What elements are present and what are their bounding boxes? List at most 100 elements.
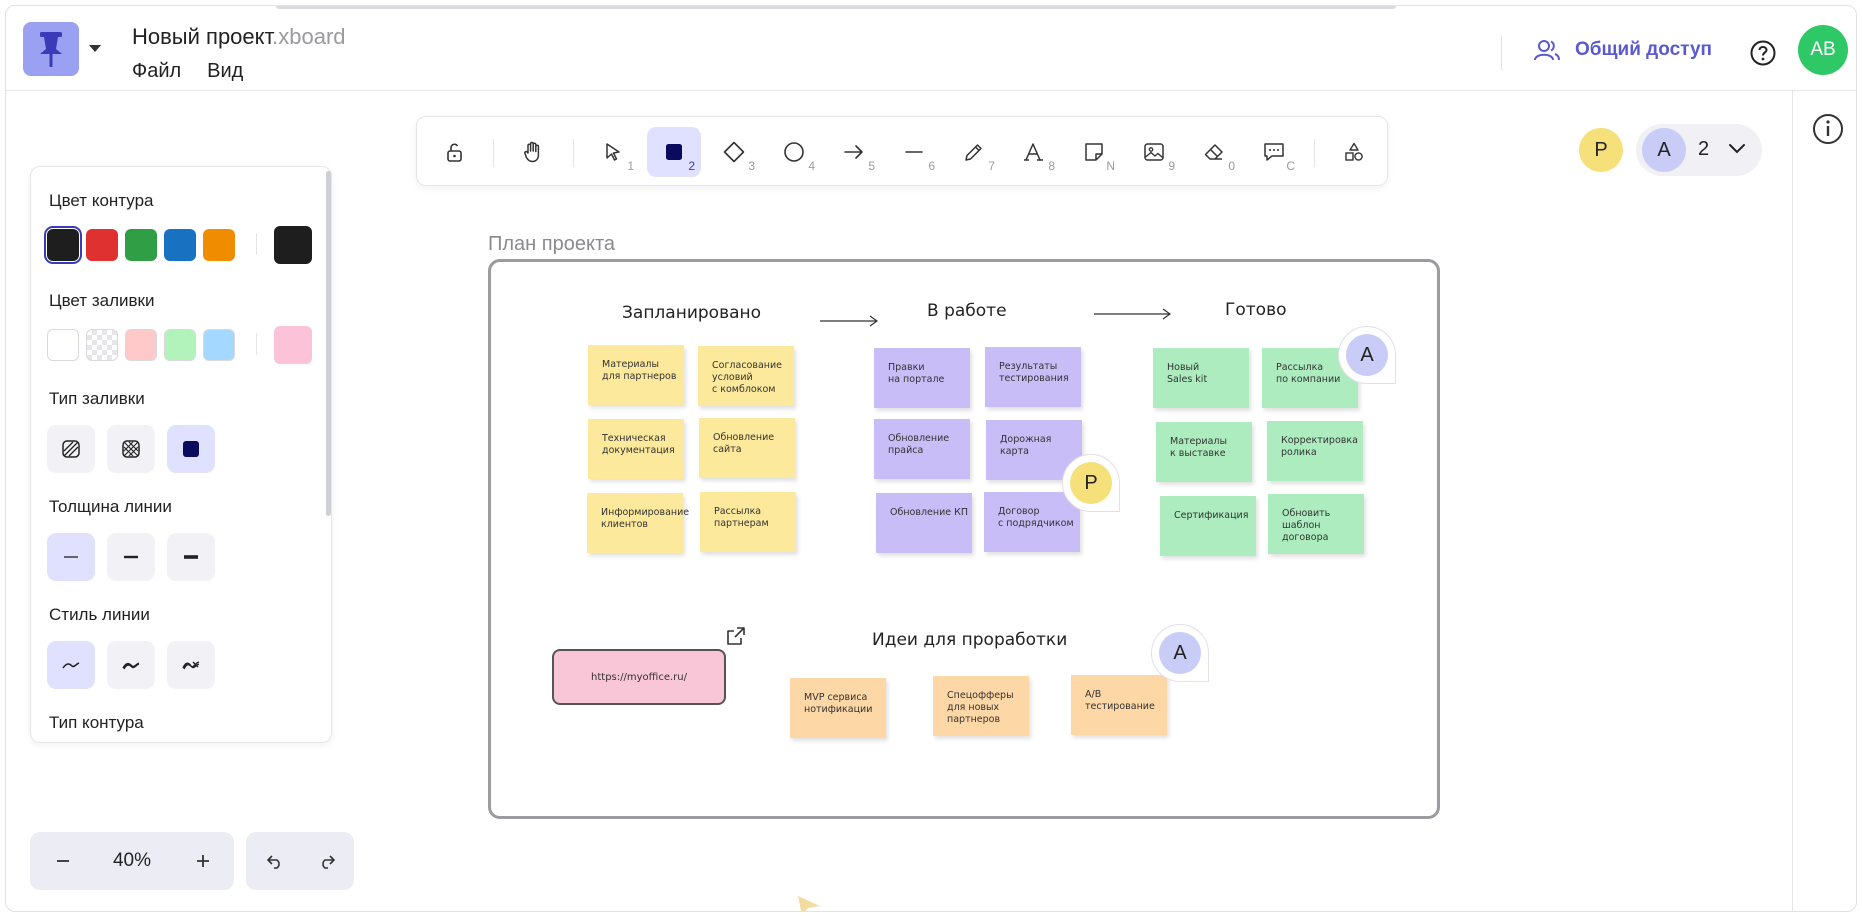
stroke-bold-option[interactable] <box>167 533 215 581</box>
redo-icon <box>322 855 335 869</box>
frame-title[interactable]: План проекта <box>488 233 615 256</box>
properties-panel: Цвет контура Цвет заливки Тип заливки То… <box>30 166 332 743</box>
column-title-planned[interactable]: Запланировано <box>622 303 761 323</box>
toolbar-separator <box>1314 139 1315 167</box>
redo-button[interactable] <box>304 838 350 884</box>
fill-current-color[interactable] <box>274 326 312 364</box>
flow-arrow-1[interactable] <box>819 314 881 328</box>
fill-hatch-option[interactable] <box>47 425 95 473</box>
column-title-in-progress[interactable]: В работе <box>927 301 1007 321</box>
sticky-note[interactable]: Рассылка партнерам <box>700 492 796 552</box>
ellipse-tool[interactable]: 4 <box>767 127 821 177</box>
style-cartoonist-option[interactable] <box>167 641 215 689</box>
stroke-color-swatch[interactable] <box>203 229 235 261</box>
pencil-tool[interactable]: 7 <box>947 127 1001 177</box>
app-header: Новый проект.xboard Файл Вид Общий досту… <box>6 6 1856 91</box>
lock-tool[interactable] <box>427 127 481 177</box>
sticky-note[interactable]: Обновление прайса <box>874 419 970 479</box>
stroke-thin-option[interactable] <box>47 533 95 581</box>
hand-tool[interactable] <box>506 127 560 177</box>
zoom-in-button[interactable] <box>180 838 226 884</box>
fill-solid-option[interactable] <box>167 425 215 473</box>
zoom-value[interactable]: 40% <box>100 850 164 872</box>
caret-down-icon[interactable] <box>88 44 102 54</box>
remote-cursor-icon <box>798 896 820 911</box>
sticky-note[interactable]: Согласование условий с комблоком <box>698 346 794 406</box>
arrow-tool[interactable]: 5 <box>827 127 881 177</box>
select-tool[interactable]: 1 <box>586 127 640 177</box>
fill-color-swatch[interactable] <box>164 329 196 361</box>
solid-fill-icon <box>183 441 199 457</box>
app-logo[interactable] <box>23 22 79 76</box>
style-architect-option[interactable] <box>47 641 95 689</box>
collaborator-pin-a[interactable]: A <box>1338 326 1396 384</box>
sticky-note[interactable]: Техническая документация <box>588 419 684 479</box>
shapes-icon <box>1345 142 1363 161</box>
sticky-note[interactable]: Корректировка ролика <box>1267 421 1363 481</box>
text-tool[interactable]: 8 <box>1007 127 1061 177</box>
stroke-medium-option[interactable] <box>107 533 155 581</box>
stroke-color-swatch[interactable] <box>44 226 82 264</box>
stroke-current-color[interactable] <box>274 226 312 264</box>
sticky-note[interactable]: Обновить шаблон договора <box>1268 494 1364 554</box>
sticky-note[interactable]: Обновление сайта <box>699 418 795 478</box>
menu-view[interactable]: Вид <box>207 60 243 83</box>
diamond-tool[interactable]: 3 <box>707 127 761 177</box>
menu-file[interactable]: Файл <box>132 60 181 83</box>
diamond-icon <box>723 141 745 163</box>
sticky-note-tool[interactable]: N <box>1067 127 1121 177</box>
sticky-note[interactable]: Новый Sales kit <box>1153 348 1249 408</box>
help-icon[interactable] <box>1749 39 1777 67</box>
stroke-color-swatch[interactable] <box>125 229 157 261</box>
sticky-note[interactable]: Обновление КП <box>876 493 972 553</box>
info-icon[interactable] <box>1812 113 1844 145</box>
sticky-note[interactable]: Спецофферы для новых партнеров <box>933 676 1029 736</box>
stroke-color-swatch[interactable] <box>86 229 118 261</box>
fill-color-swatch[interactable] <box>86 329 118 361</box>
external-link-icon[interactable] <box>725 625 747 647</box>
comment-tool[interactable]: C <box>1247 127 1301 177</box>
sticky-note[interactable]: Результаты тестирования <box>985 347 1081 407</box>
link-embed[interactable]: https://myoffice.ru/ <box>552 649 726 705</box>
collaborator-avatar-a[interactable]: A <box>1642 128 1686 172</box>
image-tool[interactable]: 9 <box>1127 127 1181 177</box>
pin-avatar: A <box>1159 632 1201 674</box>
collaborators-dropdown[interactable]: A 2 <box>1636 124 1762 176</box>
stroke-color-swatch[interactable] <box>164 229 196 261</box>
line-tool[interactable]: 6 <box>887 127 941 177</box>
pin-avatar: A <box>1346 334 1388 376</box>
shortcut-key: 3 <box>748 159 755 173</box>
sticky-note[interactable]: MVP сервиса нотификации <box>790 678 886 738</box>
sticky-note[interactable]: Материалы к выставке <box>1156 422 1252 482</box>
collaborator-avatar-p[interactable]: P <box>1579 128 1623 172</box>
zoom-out-button[interactable] <box>40 838 86 884</box>
sticky-note[interactable]: Правки на портале <box>874 348 970 408</box>
project-title[interactable]: Новый проект.xboard <box>132 24 346 50</box>
sticky-note-icon <box>1085 143 1103 161</box>
share-button[interactable]: Общий доступ <box>1533 38 1712 62</box>
fill-color-swatch[interactable] <box>203 329 235 361</box>
flow-arrow-2[interactable] <box>1093 307 1173 321</box>
collaborator-pin-a[interactable]: A <box>1151 624 1209 682</box>
shortcut-key: 1 <box>627 159 634 173</box>
rectangle-tool[interactable]: 2 <box>647 127 701 177</box>
sticky-note[interactable]: Сертификация <box>1160 496 1256 556</box>
sticky-note[interactable]: Информирование клиентов <box>587 493 689 553</box>
eraser-tool[interactable]: 0 <box>1187 127 1241 177</box>
undo-button[interactable] <box>252 838 298 884</box>
sticky-note[interactable]: Материалы для партнеров <box>588 345 684 405</box>
collaborator-pin-p[interactable]: P <box>1062 454 1120 512</box>
user-avatar[interactable]: AB <box>1798 25 1848 75</box>
collaborators-count: 2 <box>1698 138 1710 160</box>
fill-crosshatch-option[interactable] <box>107 425 155 473</box>
shapes-library-tool[interactable] <box>1327 127 1381 177</box>
fill-color-swatch[interactable] <box>125 329 157 361</box>
column-title-done[interactable]: Готово <box>1225 300 1287 320</box>
style-artist-option[interactable] <box>107 641 155 689</box>
fill-color-swatch[interactable] <box>47 329 79 361</box>
shortcut-key: C <box>1286 159 1295 173</box>
thin-line-icon <box>64 556 78 558</box>
sticky-note[interactable]: A/B тестирование <box>1071 675 1167 735</box>
panel-scrollbar[interactable] <box>326 171 331 516</box>
ideas-title[interactable]: Идеи для проработки <box>872 630 1067 650</box>
